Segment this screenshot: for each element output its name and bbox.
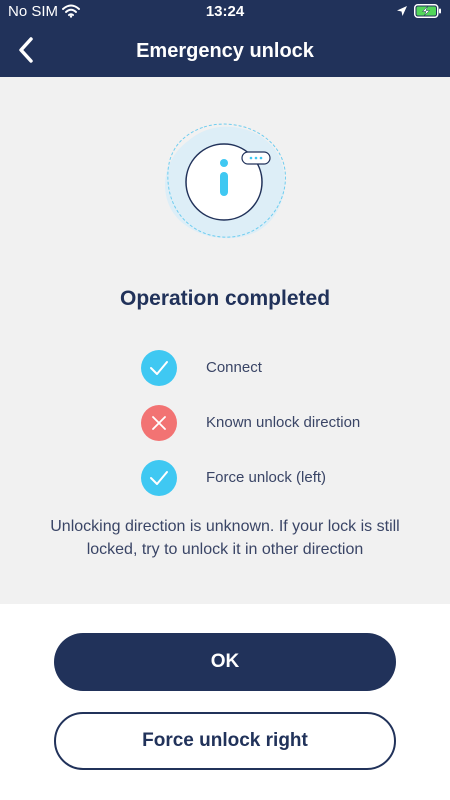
check-icon [141, 460, 177, 496]
info-icon [220, 159, 228, 196]
status-bar: No SIM 13:24 [0, 0, 450, 24]
result-panel: Operation completed Connect Known unlock… [0, 77, 450, 604]
step-label: Known unlock direction [206, 414, 361, 431]
status-time: 13:24 [205, 3, 245, 20]
emergency-unlock-screen: No SIM 13:24 Emergency unlock Operation … [0, 0, 450, 800]
step-known-unlock-direction: Known unlock direction [141, 405, 401, 441]
chat-bubble-icon [241, 151, 271, 165]
step-label: Connect [206, 359, 262, 376]
check-icon [141, 350, 177, 386]
x-icon [141, 405, 177, 441]
location-icon [397, 6, 407, 16]
result-message: Unlocking direction is unknown. If your … [50, 518, 400, 558]
force-unlock-right-button[interactable]: Force unlock right [54, 712, 396, 770]
header: No SIM 13:24 Emergency unlock [0, 0, 450, 77]
step-label: Force unlock (left) [206, 469, 327, 486]
ok-button[interactable]: OK [54, 633, 396, 691]
result-title: Operation completed [119, 287, 331, 310]
step-force-unlock-left: Force unlock (left) [141, 460, 401, 496]
page-title: Emergency unlock [136, 40, 314, 62]
info-illustration [165, 123, 286, 239]
step-connect: Connect [141, 350, 401, 386]
battery-charging-icon [414, 4, 441, 18]
